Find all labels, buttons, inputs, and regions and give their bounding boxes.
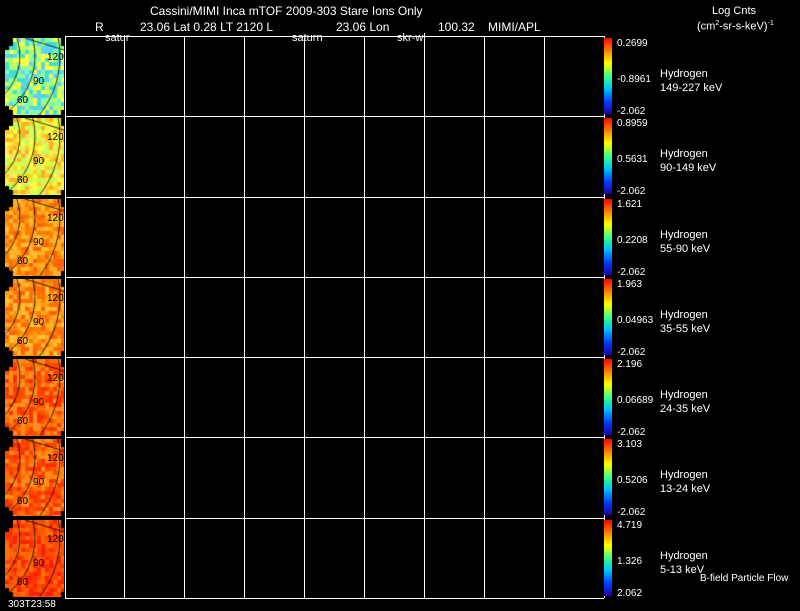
- colorbar-mid-label: 0.5631: [617, 154, 648, 165]
- colorbar-min-label: -2.062: [617, 267, 646, 278]
- thumbnail-angle-label: 120: [47, 132, 64, 143]
- thumbnail-angle-label: 120: [47, 534, 64, 545]
- colorbar-min-label: -2.062: [617, 347, 646, 358]
- colorbar-max-label: 3.103: [617, 439, 643, 450]
- species-label: Hydrogen: [660, 229, 708, 241]
- panel-thumbnail: 120 90 60: [5, 520, 64, 597]
- colorbar: [604, 439, 612, 515]
- colorbar-mid-label: 0.5206: [617, 475, 648, 486]
- panel-thumbnail: 120 90 60: [5, 38, 64, 115]
- thumbnail-angle-label: 60: [17, 577, 29, 588]
- colorbar-mid-label: -0.8961: [617, 74, 651, 85]
- species-label: Hydrogen: [660, 148, 708, 160]
- energy-label: 5-13 keV: [660, 564, 705, 576]
- thumbnail-angle-label: 90: [33, 76, 45, 87]
- colorbar: [604, 279, 612, 355]
- colorbar-mid-label: 0.04963: [617, 315, 654, 326]
- colorbar: [604, 520, 612, 596]
- colorbar-mid-label: 0.2208: [617, 235, 648, 246]
- colorbar-mid-label: 0.06689: [617, 395, 654, 406]
- colorbar-max-label: 2.196: [617, 359, 643, 370]
- colorbar-max-label: 1.963: [617, 279, 643, 290]
- colorbar-min-label: -2.062: [617, 106, 646, 117]
- colorbar: [604, 199, 612, 275]
- energy-label: 35-55 keV: [660, 323, 711, 335]
- panel-thumbnail: 120 90 60: [5, 279, 64, 356]
- panel-thumbnail: 120 90 60: [5, 118, 64, 195]
- thumbnail-angle-label: 120: [47, 293, 64, 304]
- panel-thumbnail: 120 90 60: [5, 359, 64, 436]
- thumbnail-angle-label: 90: [33, 477, 45, 488]
- colorbar: [604, 118, 612, 194]
- species-label: Hydrogen: [660, 389, 708, 401]
- colorbar-min-label: 2.062: [617, 588, 643, 599]
- energy-label: 24-35 keV: [660, 403, 711, 415]
- energy-label: 55-90 keV: [660, 243, 711, 255]
- panel-thumbnail: 120 90 60: [5, 439, 64, 516]
- timestamp-label: 303T23:58: [8, 599, 56, 610]
- species-label: Hydrogen: [660, 550, 708, 562]
- colorbar-max-label: 0.8959: [617, 118, 648, 129]
- thumbnail-angle-label: 60: [17, 256, 29, 267]
- colorbar-min-label: -2.062: [617, 186, 646, 197]
- thumbnail-angle-label: 90: [33, 558, 45, 569]
- thumbnail-angle-label: 60: [17, 336, 29, 347]
- species-label: Hydrogen: [660, 309, 708, 321]
- species-label: Hydrogen: [660, 469, 708, 481]
- thumbnail-angle-label: 60: [17, 416, 29, 427]
- colorbar: [604, 359, 612, 435]
- thumbnail-angle-label: 120: [47, 213, 64, 224]
- thumbnail-angle-label: 60: [17, 95, 29, 106]
- energy-label: 13-24 keV: [660, 483, 711, 495]
- colorbar-min-label: -2.062: [617, 427, 646, 438]
- colorbar-max-label: 4.719: [617, 520, 643, 531]
- colorbar-min-label: -2.062: [617, 507, 646, 518]
- energy-label: 90-149 keV: [660, 162, 717, 174]
- thumbnail-angle-label: 60: [17, 496, 29, 507]
- bfield-note: B-field Particle Flow: [700, 573, 789, 584]
- energy-label: 149-227 keV: [660, 82, 723, 94]
- thumbnail-angle-label: 90: [33, 317, 45, 328]
- thumbnail-angle-label: 90: [33, 397, 45, 408]
- thumbnail-angle-label: 120: [47, 373, 64, 384]
- species-label: Hydrogen: [660, 68, 708, 80]
- thumbnail-angle-label: 120: [47, 52, 64, 63]
- thumbnail-angle-label: 90: [33, 156, 45, 167]
- thumbnail-angle-label: 120: [47, 453, 64, 464]
- thumbnail-angle-label: 90: [33, 237, 45, 248]
- colorbar: [604, 38, 612, 114]
- thumbnail-angle-label: 60: [17, 175, 29, 186]
- colorbar-mid-label: 1.326: [617, 556, 643, 567]
- panel-thumbnail: 120 90 60: [5, 199, 64, 276]
- colorbar-max-label: 1.621: [617, 199, 643, 210]
- colorbar-max-label: 0.2699: [617, 38, 648, 49]
